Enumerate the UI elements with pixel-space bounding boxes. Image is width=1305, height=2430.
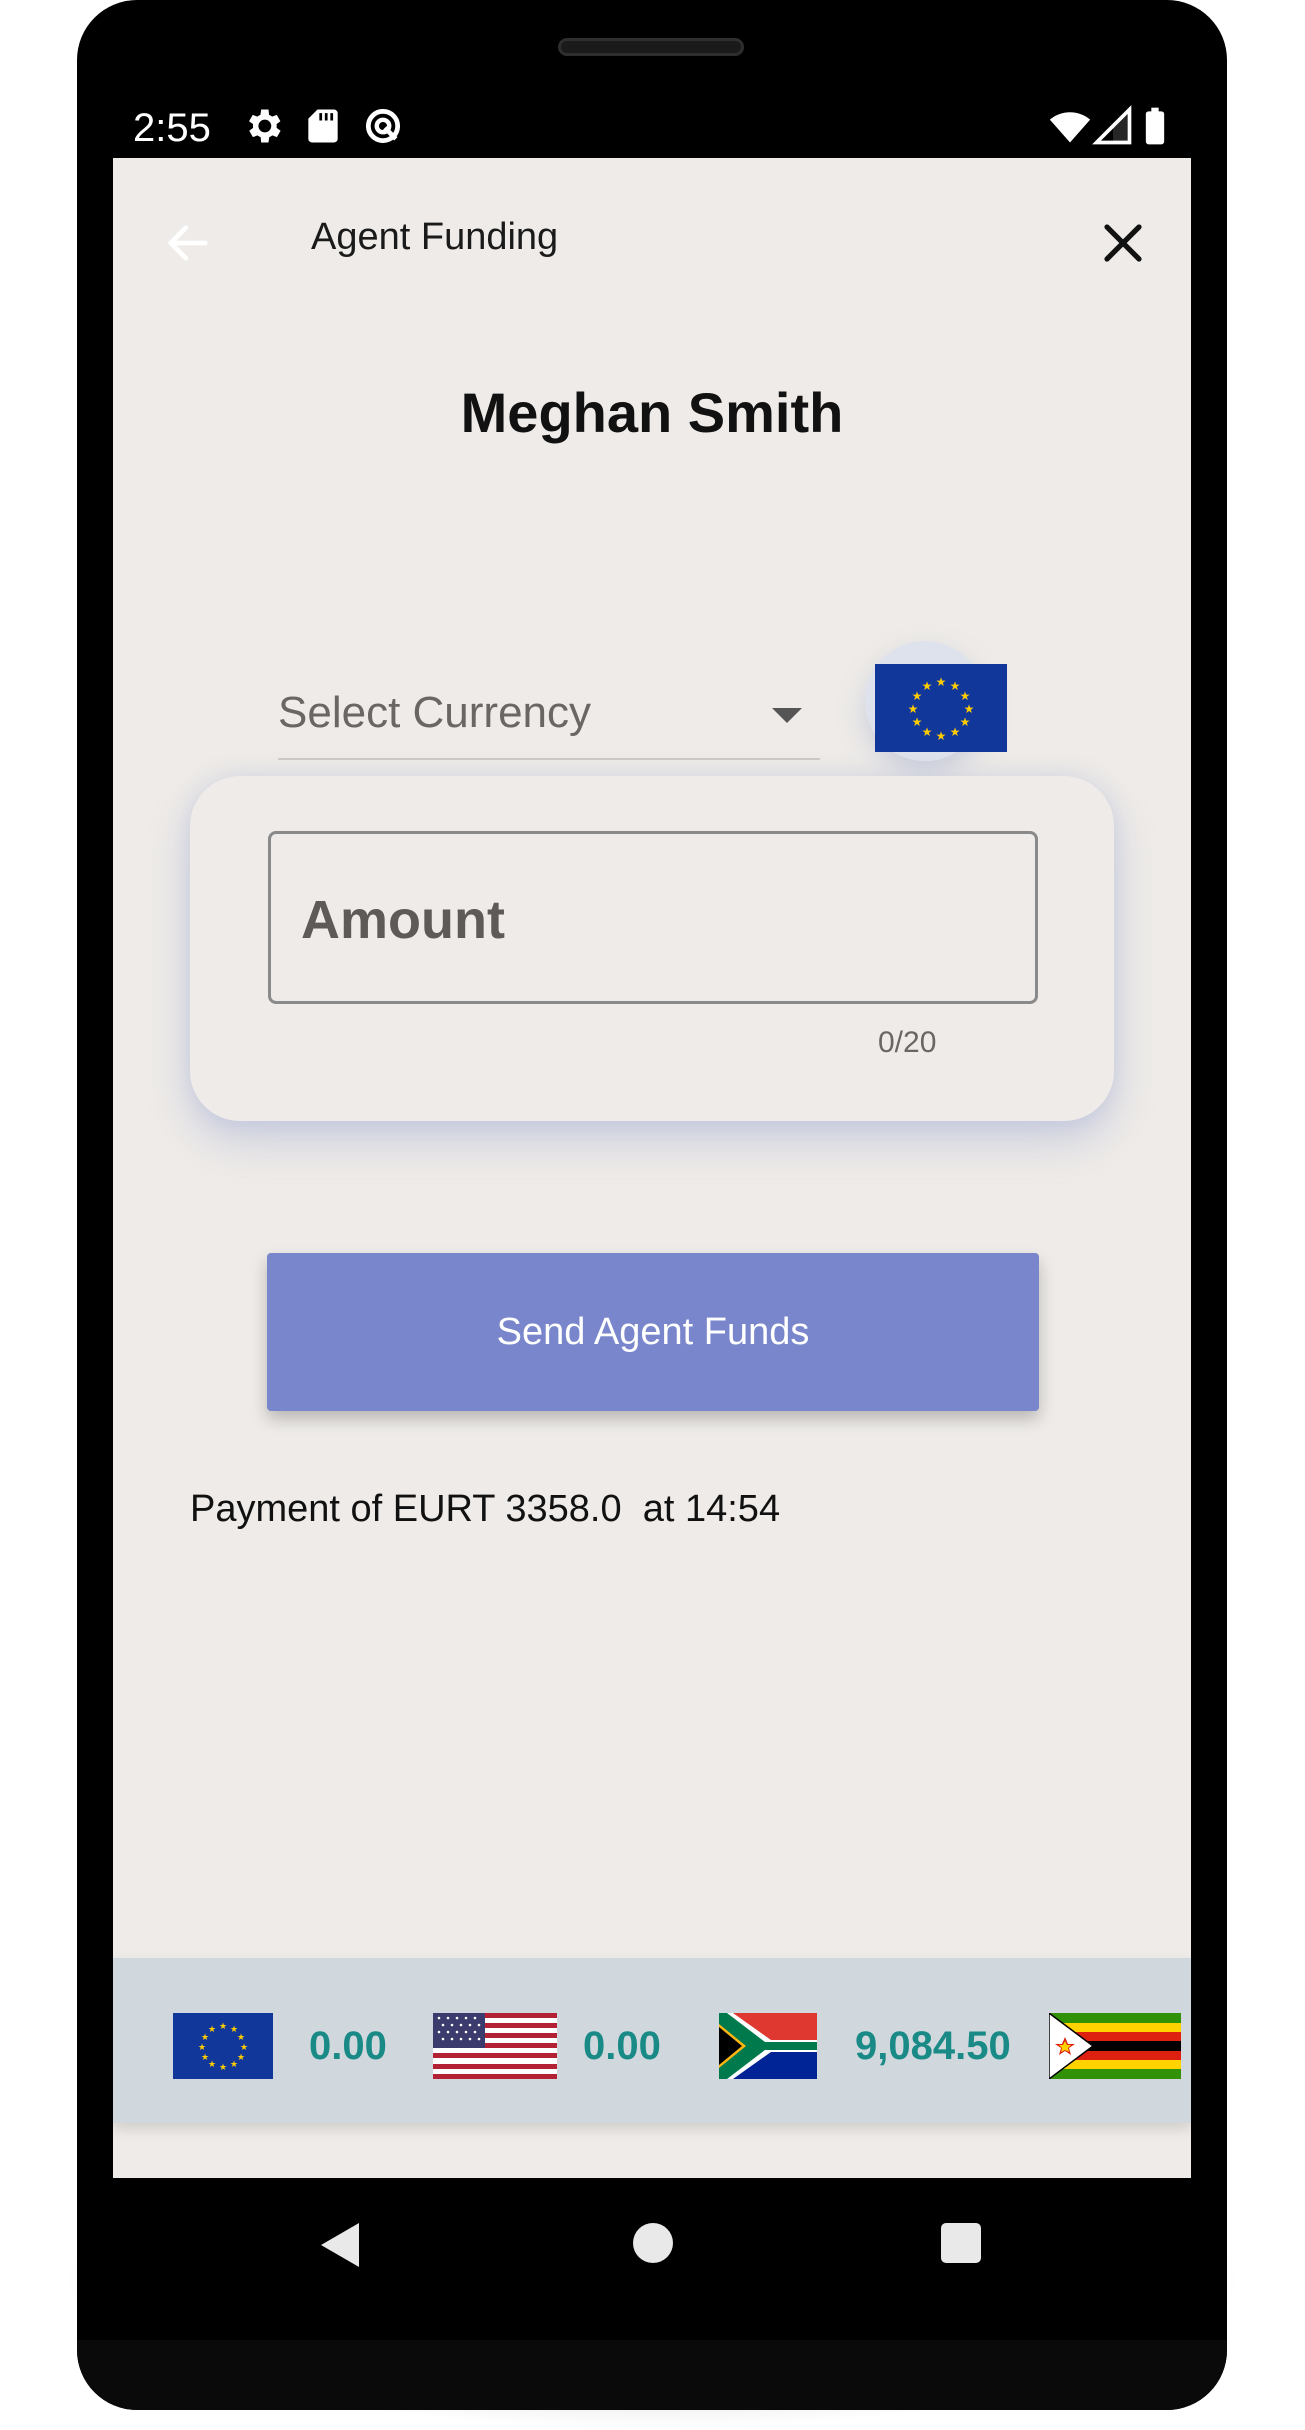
svg-text:★: ★ bbox=[964, 702, 975, 716]
svg-text:★: ★ bbox=[230, 2060, 238, 2070]
nav-home-icon[interactable] bbox=[633, 2223, 673, 2263]
zw-flag-icon bbox=[1049, 2013, 1181, 2079]
balance-bar[interactable]: ★ ★ ★ ★ ★ ★ ★ ★ ★ ★ ★ ★ 0.00 0.00 9,084.… bbox=[113, 1958, 1191, 2123]
sync-icon bbox=[361, 104, 405, 148]
balance-value-eur: 0.00 bbox=[309, 2024, 387, 2068]
app-screen: Agent Funding Meghan Smith Select Curren… bbox=[113, 158, 1191, 2178]
amount-card: Amount 0/20 bbox=[190, 776, 1114, 1121]
svg-text:★: ★ bbox=[922, 725, 933, 739]
phone-chin bbox=[77, 2340, 1227, 2410]
dropdown-arrow-icon bbox=[772, 708, 802, 723]
balance-value-usd: 0.00 bbox=[583, 2024, 661, 2068]
svg-text:★: ★ bbox=[960, 689, 971, 703]
currency-dropdown-label: Select Currency bbox=[278, 688, 592, 737]
system-nav-bar bbox=[113, 2178, 1191, 2338]
svg-text:★: ★ bbox=[219, 2063, 227, 2073]
arrow-left-icon bbox=[168, 225, 208, 261]
nav-recents-icon[interactable] bbox=[941, 2223, 981, 2263]
svg-text:★: ★ bbox=[237, 2033, 245, 2043]
speaker-grille bbox=[558, 38, 744, 56]
close-button[interactable] bbox=[1088, 208, 1158, 278]
za-flag-icon bbox=[719, 2013, 817, 2079]
amount-placeholder: Amount bbox=[301, 890, 505, 950]
top-app-bar: Agent Funding bbox=[113, 158, 1191, 318]
signal-icon bbox=[1091, 104, 1135, 148]
svg-text:★: ★ bbox=[908, 702, 919, 716]
status-time: 2:55 bbox=[133, 106, 211, 150]
svg-text:★: ★ bbox=[960, 715, 971, 729]
wifi-icon bbox=[1048, 104, 1092, 148]
payment-status-text: Payment of EURT 3358.0 at 14:54 bbox=[190, 1488, 781, 1530]
svg-text:★: ★ bbox=[936, 729, 947, 743]
battery-icon bbox=[1133, 104, 1177, 148]
sd-card-icon bbox=[301, 104, 345, 148]
svg-text:★: ★ bbox=[198, 2043, 206, 2053]
gear-icon bbox=[241, 104, 285, 148]
close-icon bbox=[1104, 224, 1142, 262]
svg-text:★: ★ bbox=[201, 2053, 209, 2063]
us-flag-icon bbox=[433, 2013, 557, 2079]
svg-text:★: ★ bbox=[240, 2043, 248, 2053]
send-agent-funds-button[interactable]: Send Agent Funds bbox=[267, 1253, 1039, 1411]
page-title: Agent Funding bbox=[311, 216, 559, 258]
svg-text:★: ★ bbox=[219, 2022, 227, 2032]
eu-flag-icon: ★ ★★ ★★★ ★★★ ★★★ bbox=[173, 2013, 273, 2079]
back-button[interactable] bbox=[153, 208, 223, 278]
eu-flag-icon[interactable]: ★ ★★ ★★★ ★★★ ★★★ bbox=[875, 664, 1007, 752]
svg-text:★: ★ bbox=[950, 725, 961, 739]
svg-text:★: ★ bbox=[208, 2025, 216, 2035]
svg-text:★: ★ bbox=[922, 679, 933, 693]
agent-name: Meghan Smith bbox=[460, 381, 844, 444]
status-bar: 2:55 bbox=[113, 100, 1191, 158]
svg-text:★: ★ bbox=[912, 715, 923, 729]
svg-text:★: ★ bbox=[208, 2060, 216, 2070]
currency-dropdown[interactable]: Select Currency bbox=[278, 668, 820, 760]
nav-back-icon[interactable] bbox=[321, 2223, 359, 2267]
svg-text:★: ★ bbox=[936, 675, 947, 689]
amount-input[interactable]: Amount bbox=[268, 831, 1038, 1004]
balance-value-zar: 9,084.50 bbox=[855, 2024, 1011, 2068]
svg-text:★: ★ bbox=[237, 2053, 245, 2063]
character-counter: 0/20 bbox=[878, 1026, 937, 1059]
